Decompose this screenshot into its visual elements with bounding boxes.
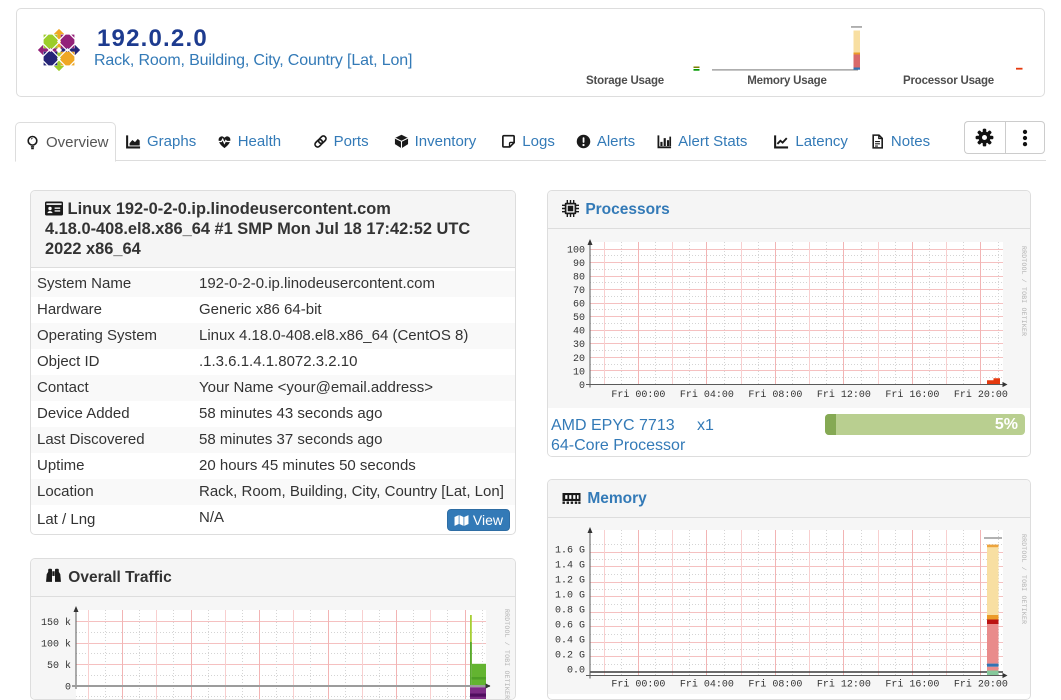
svg-text:1.6 G: 1.6 G: [555, 545, 585, 556]
svg-text:30: 30: [573, 340, 585, 351]
svg-text:50 k: 50 k: [47, 660, 71, 672]
svg-text:Fri 00:00: Fri 00:00: [611, 679, 665, 691]
svg-text:70: 70: [573, 286, 585, 297]
svg-text:Memory Usage: Memory Usage: [747, 75, 826, 87]
svg-text:Fri 08:00: Fri 08:00: [748, 389, 802, 401]
svg-text:1.2 G: 1.2 G: [555, 575, 585, 586]
svg-text:Fri 16:00: Fri 16:00: [885, 389, 939, 401]
svg-text:60: 60: [573, 300, 585, 311]
svg-text:0.6 G: 0.6 G: [555, 620, 585, 631]
svg-text:Fri 12:00: Fri 12:00: [817, 389, 871, 401]
svg-text:40: 40: [573, 327, 585, 338]
svg-text:Fri 08:00: Fri 08:00: [748, 679, 802, 691]
svg-text:Fri 16:00: Fri 16:00: [885, 679, 939, 691]
svg-text:RRDTOOL / TOBI OETIKER: RRDTOOL / TOBI OETIKER: [1020, 534, 1027, 624]
svg-text:1.0 G: 1.0 G: [555, 590, 585, 601]
svg-text:Fri 20:00: Fri 20:00: [954, 389, 1008, 401]
svg-text:0: 0: [579, 381, 585, 392]
svg-text:Fri 20:00: Fri 20:00: [954, 679, 1008, 691]
svg-text:0.8 G: 0.8 G: [555, 605, 585, 616]
svg-text:Fri 12:00: Fri 12:00: [817, 679, 871, 691]
svg-text:0: 0: [65, 682, 71, 693]
svg-text:0.0: 0.0: [567, 665, 585, 676]
svg-text:100 k: 100 k: [41, 638, 71, 650]
svg-text:150 k: 150 k: [41, 617, 71, 629]
svg-text:1.4 G: 1.4 G: [555, 560, 585, 571]
svg-text:Fri 00:00: Fri 00:00: [611, 389, 665, 401]
svg-text:80: 80: [573, 273, 585, 284]
svg-text:RRDTOOL / TOBI OETIKER: RRDTOOL / TOBI OETIKER: [1020, 246, 1027, 336]
svg-text:90: 90: [573, 259, 585, 270]
svg-text:10: 10: [573, 367, 585, 378]
svg-text:Fri 04:00: Fri 04:00: [680, 679, 734, 691]
svg-text:RRDTOOL / TOBI OETIKER: RRDTOOL / TOBI OETIKER: [503, 609, 510, 699]
svg-text:Storage Usage: Storage Usage: [586, 75, 664, 87]
svg-text:100: 100: [567, 245, 585, 256]
svg-text:Processor Usage: Processor Usage: [903, 75, 994, 87]
svg-text:20: 20: [573, 354, 585, 365]
svg-text:0.4 G: 0.4 G: [555, 635, 585, 646]
svg-text:Fri 04:00: Fri 04:00: [680, 389, 734, 401]
svg-text:50: 50: [573, 313, 585, 324]
svg-text:0.2 G: 0.2 G: [555, 650, 585, 661]
